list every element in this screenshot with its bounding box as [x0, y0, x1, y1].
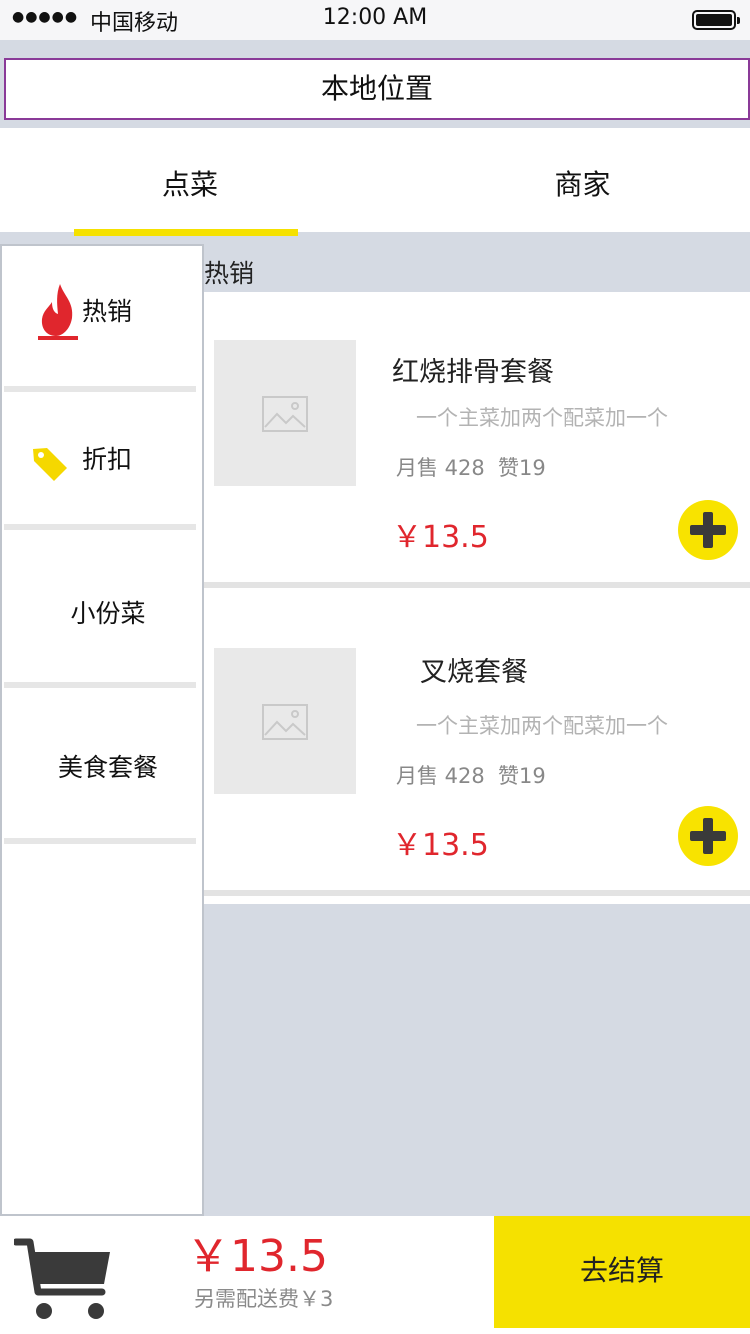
tab-merchant[interactable]: 商家	[390, 128, 750, 232]
status-time: 12:00 AM	[322, 5, 428, 30]
list-end-spacer	[204, 896, 750, 904]
add-to-cart-button[interactable]	[678, 806, 738, 866]
product-card[interactable]: 红烧排骨套餐 一个主菜加两个配菜加一个 月售 428 赞19 ￥13.5	[204, 292, 750, 582]
section-title: 热销	[204, 259, 255, 288]
sidebar-item-label: 美食套餐	[57, 753, 158, 782]
product-card[interactable]: 叉烧套餐 一个主菜加两个配菜加一个 月售 428 赞19 ￥13.5	[204, 588, 750, 890]
cart-total: ￥13.5	[186, 1231, 328, 1282]
product-sales: 月售 428	[396, 456, 485, 480]
battery-full-icon	[692, 10, 740, 30]
location-bar[interactable]: 本地位置	[4, 58, 750, 120]
sidebar-item-hot[interactable]: 热销	[4, 246, 194, 386]
category-sidebar: 热销 折扣 小份菜 美食套餐	[0, 244, 204, 1216]
delivery-fee-note: 另需配送费￥3	[194, 1287, 334, 1311]
product-sales: 月售 428	[396, 764, 485, 788]
sidebar-item-set-meals[interactable]: 美食套餐	[4, 688, 194, 838]
shopping-cart-icon[interactable]	[12, 1238, 114, 1326]
sidebar-item-discount[interactable]: 折扣	[4, 392, 194, 524]
tab-order[interactable]: 点菜	[0, 128, 380, 232]
tab-bar: 点菜 商家	[0, 128, 750, 232]
sidebar-item-label: 折扣	[82, 445, 133, 474]
product-image-placeholder-icon	[214, 648, 356, 794]
sidebar-item-label: 热销	[82, 297, 133, 326]
product-name: 红烧排骨套餐	[392, 357, 554, 388]
product-likes: 赞19	[498, 764, 546, 788]
flame-icon	[38, 282, 80, 346]
price-tag-icon	[30, 444, 70, 488]
product-name: 叉烧套餐	[420, 657, 528, 688]
product-price: ￥13.5	[392, 828, 489, 863]
sidebar-item-small-dishes[interactable]: 小份菜	[4, 530, 194, 682]
sidebar-item-label: 小份菜	[70, 599, 146, 628]
product-description: 一个主菜加两个配菜加一个	[416, 406, 668, 430]
product-price: ￥13.5	[392, 520, 489, 555]
add-to-cart-button[interactable]	[678, 500, 738, 560]
product-likes: 赞19	[498, 456, 546, 480]
active-tab-indicator	[74, 229, 298, 236]
product-description: 一个主菜加两个配菜加一个	[416, 714, 668, 738]
divider	[4, 838, 196, 844]
product-image-placeholder-icon	[214, 340, 356, 486]
checkout-button[interactable]: 去结算	[494, 1216, 750, 1328]
